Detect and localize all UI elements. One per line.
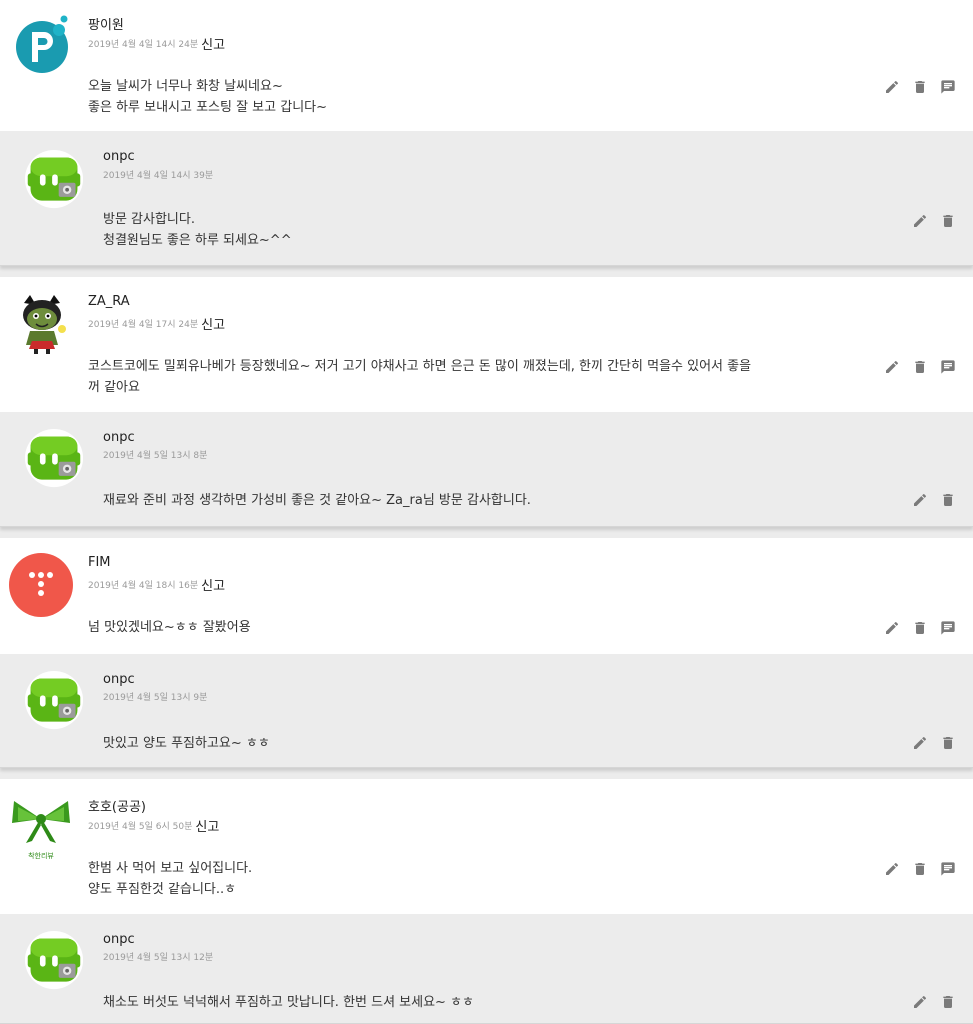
comment: 착한리뷰 호호(공공) 2019년 4월 5일 6시 50분 신고 한범 사 먹어…: [0, 779, 973, 914]
comment-date: 2019년 4월 4일 14시 24분 신고: [88, 34, 225, 53]
reply: onpc 2019년 4월 4일 14시 39분 방문 감사합니다. 청결원님도…: [0, 131, 973, 266]
report-link[interactable]: 신고: [201, 318, 225, 333]
reply: onpc 2019년 4월 5일 13시 9분 맛있고 양도 푸짐하고요~ ㅎㅎ: [0, 654, 973, 768]
trash-icon[interactable]: [912, 79, 928, 95]
comment: ZA_RA 2019년 4월 4일 17시 24분 신고 코스트코에도 밀푀유나베…: [0, 277, 973, 412]
comment-text: 코스트코에도 밀푀유나베가 등장했네요~ 저거 고기 야채사고 하면 은근 돈 …: [88, 359, 752, 395]
report-link[interactable]: 신고: [201, 38, 225, 53]
reply-date: 2019년 4월 5일 13시 9분: [103, 693, 208, 703]
comment-text: 넘 맛있겠네요~ㅎㅎ 잘봤어용: [88, 620, 251, 635]
pencil-icon[interactable]: [884, 861, 900, 877]
comment-text: 한범 사 먹어 보고 싶어집니다. 양도 푸짐한것 같습니다..ㅎ: [88, 861, 253, 897]
reply-author[interactable]: onpc: [103, 149, 135, 164]
comment-icon[interactable]: [940, 359, 956, 375]
trash-icon[interactable]: [912, 620, 928, 636]
trash-icon[interactable]: [940, 492, 956, 508]
reply: onpc 2019년 4월 5일 13시 12분 채소도 버섯도 넉넉해서 푸짐…: [0, 914, 973, 1024]
reply-text: 맛있고 양도 푸짐하고요~ ㅎㅎ: [103, 736, 270, 751]
onpc-avatar-icon: [24, 428, 84, 488]
avatar[interactable]: [14, 14, 72, 74]
trash-icon[interactable]: [912, 359, 928, 375]
reply-text: 채소도 버섯도 넉넉해서 푸짐하고 맛납니다. 한번 드셔 보세요~ ㅎㅎ: [103, 995, 475, 1010]
avatar[interactable]: [14, 293, 70, 355]
comment-date: 2019년 4월 4일 17시 24분 신고: [88, 314, 225, 333]
pencil-icon[interactable]: [912, 213, 928, 229]
report-link[interactable]: 신고: [201, 579, 225, 594]
comment-icon[interactable]: [940, 861, 956, 877]
green-ribbon-avatar-icon: [12, 801, 70, 843]
pencil-icon[interactable]: [912, 735, 928, 751]
p-logo-avatar-icon: [16, 15, 68, 73]
reply-text: 방문 감사합니다. 청결원님도 좋은 하루 되세요~^^: [103, 212, 292, 248]
trash-icon[interactable]: [940, 994, 956, 1010]
reply-date: 2019년 4월 4일 14시 39분: [103, 171, 214, 181]
comment-timestamp: 2019년 4월 4일 17시 24분: [88, 320, 199, 330]
avatar[interactable]: [24, 149, 84, 209]
comment-icon[interactable]: [940, 79, 956, 95]
reply-author[interactable]: onpc: [103, 932, 135, 947]
reply-author[interactable]: onpc: [103, 430, 135, 445]
reply: onpc 2019년 4월 5일 13시 8분 재료와 준비 과정 생각하면 가…: [0, 412, 973, 527]
comment-actions: [872, 620, 956, 636]
avatar-caption: 착한리뷰: [28, 852, 54, 860]
comment: FIM 2019년 4월 4일 18시 16분 신고 넘 맛있겠네요~ㅎㅎ 잘봤어…: [0, 538, 973, 654]
reply-actions: [900, 492, 956, 508]
comment-actions: [872, 79, 956, 95]
comment-author[interactable]: ZA_RA: [88, 294, 130, 309]
reply-text: 재료와 준비 과정 생각하면 가성비 좋은 것 같아요~ Za_ra님 방문 감…: [103, 493, 531, 508]
pencil-icon[interactable]: [884, 359, 900, 375]
comment-author[interactable]: FIM: [88, 555, 111, 570]
comment-icon[interactable]: [940, 620, 956, 636]
comment-timestamp: 2019년 4월 4일 14시 24분: [88, 40, 199, 50]
reply-actions: [900, 735, 956, 751]
pencil-icon[interactable]: [884, 620, 900, 636]
avatar[interactable]: [24, 670, 84, 730]
trash-icon[interactable]: [912, 861, 928, 877]
comment-author[interactable]: 팡이원: [88, 14, 124, 33]
avatar[interactable]: 착한리뷰: [8, 795, 74, 861]
onpc-avatar-icon: [24, 670, 84, 730]
pencil-icon[interactable]: [884, 79, 900, 95]
pencil-icon[interactable]: [912, 492, 928, 508]
comment-timestamp: 2019년 4월 5일 6시 50분: [88, 822, 193, 832]
pencil-icon[interactable]: [912, 994, 928, 1010]
trash-icon[interactable]: [940, 213, 956, 229]
comment-timestamp: 2019년 4월 4일 18시 16분: [88, 581, 199, 591]
comment-actions: [872, 359, 956, 375]
comment-date: 2019년 4월 5일 6시 50분 신고: [88, 816, 219, 835]
reply-actions: [900, 213, 956, 229]
reply-actions: [900, 994, 956, 1010]
avatar[interactable]: [9, 553, 73, 617]
cartoon-character-avatar-icon: [23, 295, 66, 354]
reply-author[interactable]: onpc: [103, 672, 135, 687]
onpc-avatar-icon: [24, 149, 84, 209]
comment-text: 오늘 날씨가 너무나 화창 날씨네요~ 좋은 하루 보내시고 포스팅 잘 보고 …: [88, 79, 328, 115]
report-link[interactable]: 신고: [195, 820, 219, 835]
comment-author[interactable]: 호호(공공): [88, 796, 146, 815]
reply-date: 2019년 4월 5일 13시 8분: [103, 451, 208, 461]
avatar[interactable]: [24, 428, 84, 488]
avatar[interactable]: [24, 930, 84, 990]
comment-date: 2019년 4월 4일 18시 16분 신고: [88, 575, 225, 594]
trash-icon[interactable]: [940, 735, 956, 751]
reply-date: 2019년 4월 5일 13시 12분: [103, 953, 214, 963]
red-dots-avatar-icon: [9, 553, 73, 617]
onpc-avatar-icon: [24, 930, 84, 990]
comment: 팡이원 2019년 4월 4일 14시 24분 신고 오늘 날씨가 너무나 화창 …: [0, 0, 973, 131]
comment-actions: [872, 861, 956, 877]
